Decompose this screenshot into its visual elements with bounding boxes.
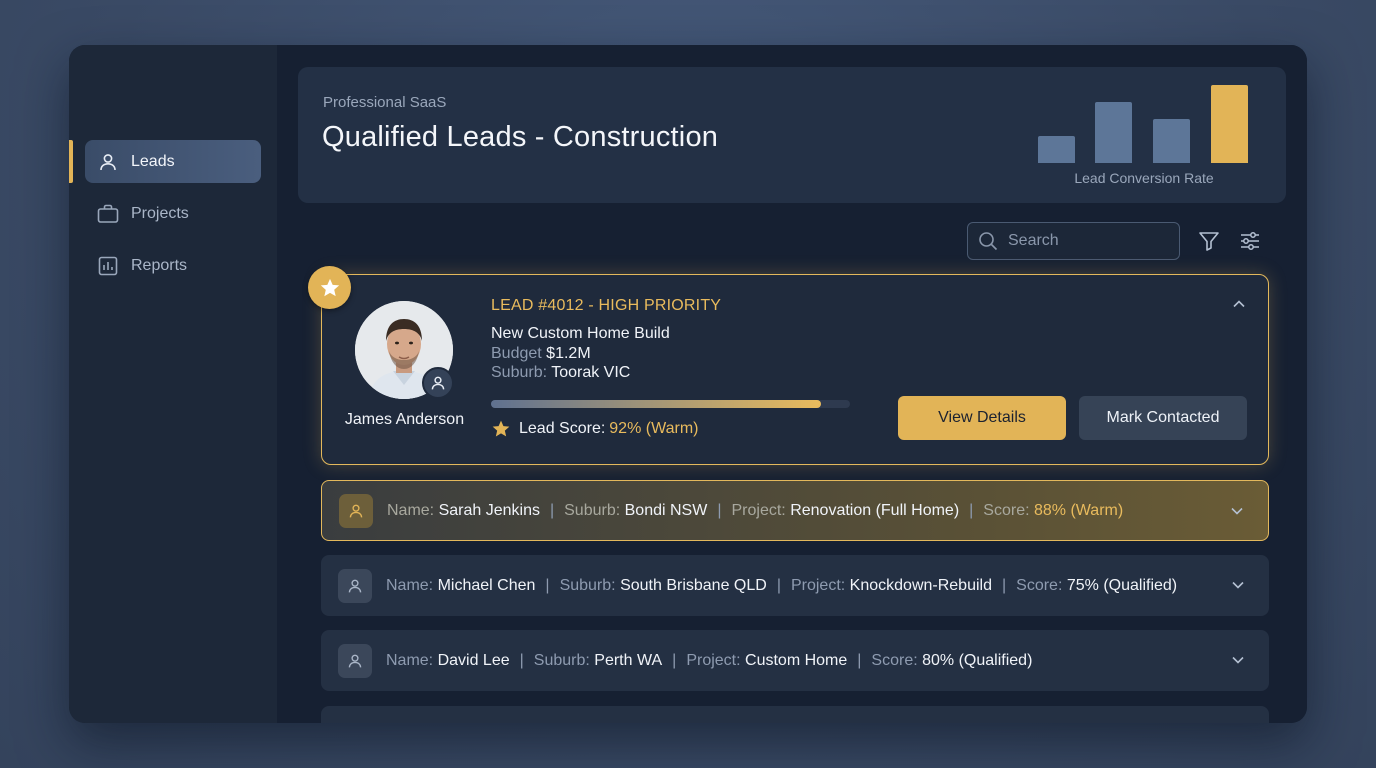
lead-score-fill	[491, 400, 822, 408]
chart-bar	[1211, 85, 1248, 163]
project-key: Project:	[790, 576, 846, 594]
lead-row[interactable]: Name: Sarah Jenkins | Suburb: Bondi NSW | Pr…	[321, 480, 1269, 541]
briefcase-icon	[97, 203, 119, 225]
suburb-value: Toorak VIC	[551, 364, 631, 381]
suburb-key: Suburb:	[491, 364, 548, 381]
name-key: Name:	[386, 651, 434, 669]
lead-name: Michael Chen	[437, 576, 536, 594]
bar-chart-icon	[97, 255, 119, 277]
budget-key: Budget	[491, 345, 542, 362]
lead-project: Custom Home	[745, 651, 848, 669]
lead-row[interactable]: Name: Michael Chen | Suburb: South Brisban…	[321, 555, 1269, 616]
lead-score-bar	[491, 400, 850, 408]
separator: |	[717, 501, 722, 519]
app-window: Leads Projects Reports Professional SaaS…	[69, 45, 1307, 723]
featured-lead-card: James Anderson LEAD #4012 - HIGH PRIORIT…	[321, 274, 1269, 465]
mark-contacted-button[interactable]: Mark Contacted	[1079, 396, 1247, 440]
chevron-down-icon[interactable]	[1228, 502, 1246, 520]
lead-score-value: 92% (Warm)	[609, 420, 699, 437]
search-icon	[978, 231, 998, 251]
list-item-partial	[321, 706, 1269, 723]
lead-row-text: Name: Michael Chen | Suburb: South Brisban…	[386, 577, 1177, 595]
filter-icon[interactable]	[1197, 229, 1221, 253]
separator: |	[969, 501, 974, 519]
lead-score: 88% (Warm)	[1034, 501, 1124, 519]
lead-row-text: Name: David Lee | Suburb: Perth WA | Project…	[386, 652, 1032, 670]
separator: |	[1001, 576, 1007, 594]
name-key: Name:	[386, 576, 434, 594]
main-content: Professional SaaS Qualified Leads - Cons…	[277, 45, 1307, 723]
header-card: Professional SaaS Qualified Leads - Cons…	[298, 67, 1286, 203]
lead-score: 75% (Qualified)	[1066, 576, 1178, 594]
score-key: Score:	[1016, 576, 1063, 594]
lead-project: Knockdown-Rebuild	[849, 576, 992, 594]
search-input[interactable]	[1008, 232, 1158, 250]
lead-score: 80% (Qualified)	[922, 651, 1033, 669]
sidebar-item-label: Leads	[131, 152, 175, 170]
lead-id-label: LEAD #4012 - HIGH PRIORITY	[491, 297, 722, 314]
lead-project: New Custom Home Build	[491, 325, 670, 342]
sidebar-item-projects[interactable]: Projects	[85, 192, 261, 235]
sidebar-item-label: Reports	[131, 256, 188, 274]
user-icon	[339, 493, 373, 528]
lead-suburb: Bondi NSW	[624, 501, 708, 519]
sidebar-item-leads[interactable]: Leads	[85, 140, 261, 183]
chart-caption: Lead Conversion Rate	[1074, 170, 1214, 186]
chevron-down-icon[interactable]	[1229, 576, 1247, 594]
user-icon	[338, 643, 372, 678]
separator: |	[549, 501, 555, 519]
lead-name: Sarah Jenkins	[438, 501, 540, 519]
project-key: Project:	[686, 651, 741, 669]
lead-suburb: South Brisbane QLD	[620, 576, 767, 594]
separator: |	[545, 576, 550, 594]
conversion-chart	[1038, 83, 1250, 163]
lead-budget: Budget $1.2M	[491, 345, 591, 363]
sliders-icon[interactable]	[1238, 229, 1262, 253]
user-icon	[97, 151, 119, 173]
separator: |	[519, 651, 524, 669]
separator: |	[857, 651, 862, 669]
lead-name: James Anderson	[344, 411, 465, 428]
suburb-key: Suburb:	[564, 501, 621, 519]
suburb-key: Suburb:	[533, 651, 590, 669]
lead-suburb: Perth WA	[594, 651, 663, 669]
active-nav-indicator	[69, 140, 73, 183]
score-key: Score:	[871, 651, 918, 669]
separator: |	[776, 576, 781, 594]
lead-score: Lead Score: 92% (Warm)	[491, 419, 698, 439]
chart-bar	[1095, 102, 1132, 163]
page-eyebrow: Professional SaaS	[323, 94, 447, 111]
chevron-up-icon[interactable]	[1230, 295, 1248, 313]
project-key: Project:	[731, 501, 786, 519]
lead-name: David Lee	[437, 651, 510, 669]
sidebar-item-label: Projects	[131, 204, 189, 222]
search-field[interactable]	[967, 222, 1180, 260]
page-title: Qualified Leads - Construction	[322, 121, 719, 153]
name-key: Name:	[387, 501, 435, 519]
star-icon	[491, 419, 511, 439]
lead-row-text: Name: Sarah Jenkins | Suburb: Bondi NSW | Pr…	[387, 502, 1123, 520]
lead-row[interactable]: Name: David Lee | Suburb: Perth WA | Project…	[321, 630, 1269, 691]
suburb-key: Suburb:	[559, 576, 616, 594]
lead-project: Renovation (Full Home)	[790, 501, 960, 519]
view-details-button[interactable]: View Details	[898, 396, 1066, 440]
chevron-down-icon[interactable]	[1229, 651, 1247, 669]
sidebar-item-reports[interactable]: Reports	[85, 244, 261, 287]
priority-star-icon	[308, 266, 351, 309]
lead-suburb: Suburb: Toorak VIC	[491, 364, 630, 382]
budget-value: $1.2M	[546, 345, 591, 362]
score-key: Score:	[983, 501, 1030, 519]
chart-bar	[1038, 136, 1075, 163]
lead-score-key: Lead Score:	[519, 420, 606, 437]
sidebar: Leads Projects Reports	[69, 45, 277, 723]
chart-bar	[1153, 119, 1190, 163]
separator: |	[672, 651, 677, 669]
user-icon	[338, 568, 372, 603]
contact-person-icon	[422, 367, 454, 399]
